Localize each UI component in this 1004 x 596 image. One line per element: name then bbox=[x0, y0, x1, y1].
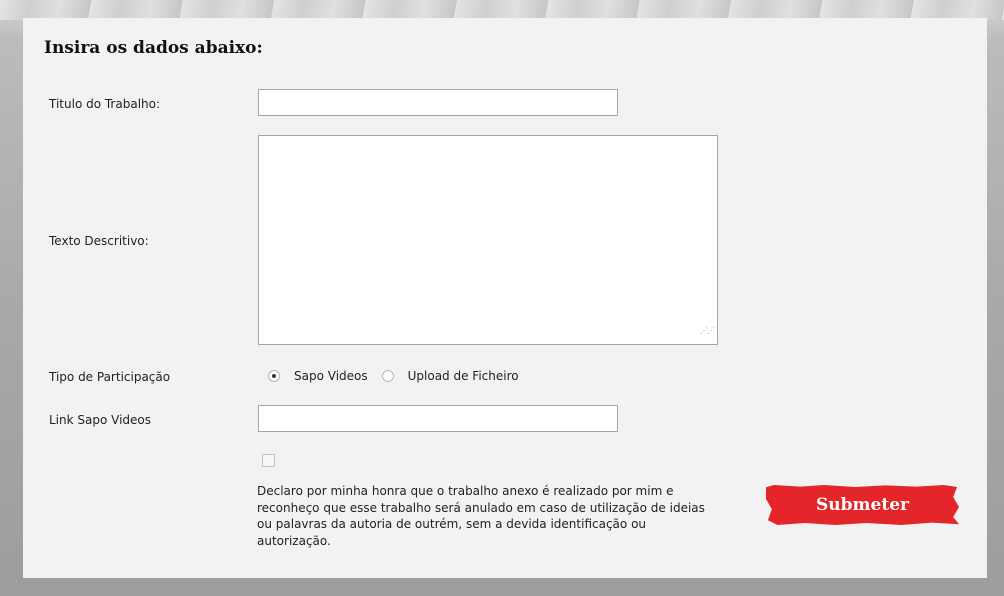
radio-label-sapo-videos: Sapo Videos bbox=[294, 369, 368, 383]
description-label: Texto Descritivo: bbox=[49, 234, 149, 248]
background-texture bbox=[0, 0, 1004, 20]
declaration-text: Declaro por minha honra que o trabalho a… bbox=[257, 484, 705, 548]
submit-label: Submeter bbox=[816, 495, 909, 515]
radio-label-upload-ficheiro: Upload de Ficheiro bbox=[407, 369, 519, 383]
participation-radio-group: Sapo Videos Upload de Ficheiro bbox=[268, 368, 519, 384]
radio-sapo-videos[interactable] bbox=[268, 370, 280, 382]
resize-grip-icon[interactable]: ⋰⋰ bbox=[700, 325, 715, 337]
form-heading: Insira os dados abaixo: bbox=[44, 38, 263, 58]
form-panel: Insira os dados abaixo: Titulo do Trabal… bbox=[23, 18, 987, 578]
declaration-checkbox[interactable] bbox=[262, 454, 275, 467]
link-label: Link Sapo Videos bbox=[49, 413, 152, 427]
link-input[interactable] bbox=[258, 405, 618, 432]
submit-button[interactable]: Submeter bbox=[766, 485, 959, 525]
participation-label: Tipo de Participação bbox=[49, 370, 171, 384]
title-label: Titulo do Trabalho: bbox=[49, 97, 161, 111]
radio-upload-ficheiro[interactable] bbox=[381, 370, 394, 382]
description-textarea[interactable] bbox=[258, 135, 718, 345]
title-input[interactable] bbox=[258, 89, 618, 116]
